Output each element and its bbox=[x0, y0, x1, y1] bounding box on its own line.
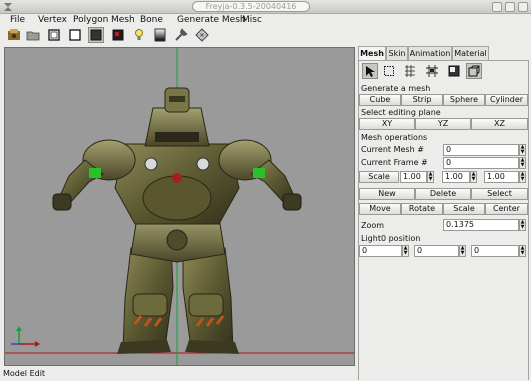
menu-bone[interactable]: Bone bbox=[140, 14, 163, 26]
light-position-label: Light0 position bbox=[361, 234, 421, 243]
light-z-spinner[interactable]: ▲ ▼ bbox=[519, 245, 526, 257]
rect-select-icon[interactable] bbox=[381, 63, 397, 79]
title-bar: Freyja-0.3.5-20040416 bbox=[0, 0, 531, 14]
light-z-field[interactable]: 0 bbox=[471, 245, 519, 257]
current-frame-field[interactable]: 0 bbox=[443, 157, 519, 169]
light-x-field[interactable]: 0 bbox=[359, 245, 402, 257]
current-frame-spinner[interactable]: ▲ ▼ bbox=[519, 157, 526, 169]
texture-map-icon[interactable] bbox=[446, 63, 462, 79]
move-button[interactable]: Move bbox=[359, 203, 401, 215]
current-mesh-field[interactable]: 0 bbox=[443, 144, 519, 156]
center-button[interactable]: Center bbox=[485, 203, 528, 215]
window-title: Freyja-0.3.5-20040416 bbox=[192, 1, 310, 12]
zoom-spinner[interactable]: ▲ ▼ bbox=[519, 219, 526, 231]
scale-z-spinner[interactable]: ▲ ▼ bbox=[519, 171, 526, 183]
restore-icon[interactable] bbox=[46, 27, 62, 43]
light-icon[interactable] bbox=[131, 27, 147, 43]
menu-generate-mesh[interactable]: Generate Mesh bbox=[177, 14, 246, 26]
edge-grid-icon[interactable] bbox=[424, 63, 440, 79]
axis-gizmo bbox=[11, 326, 40, 347]
status-bar: Model Edit bbox=[0, 367, 356, 380]
open-icon[interactable] bbox=[25, 27, 41, 43]
mesh-operations-label: Mesh operations bbox=[361, 133, 428, 142]
vertex-grid-icon[interactable] bbox=[402, 63, 418, 79]
select-button[interactable]: Select bbox=[471, 188, 528, 200]
strip-button[interactable]: Strip bbox=[401, 94, 443, 106]
scale-x-field[interactable]: 1.00 bbox=[400, 171, 427, 183]
plane-xy-button[interactable]: XY bbox=[359, 118, 415, 130]
minimize-button[interactable] bbox=[492, 2, 502, 12]
app-icon[interactable] bbox=[6, 27, 22, 43]
menu-misc[interactable]: Misc bbox=[242, 14, 262, 26]
delete-button[interactable]: Delete bbox=[415, 188, 471, 200]
plane-xz-button[interactable]: XZ bbox=[471, 118, 528, 130]
texture-view-icon[interactable] bbox=[110, 27, 126, 43]
sphere-button[interactable]: Sphere bbox=[443, 94, 485, 106]
status-text: Model Edit bbox=[3, 369, 46, 378]
scale-z-field[interactable]: 1.00 bbox=[484, 171, 519, 183]
maximize-button[interactable] bbox=[505, 2, 515, 12]
plane-yz-button[interactable]: YZ bbox=[415, 118, 471, 130]
tab-skin[interactable]: Skin bbox=[386, 46, 408, 60]
solid-view-icon[interactable] bbox=[88, 27, 104, 43]
tool-icon[interactable] bbox=[173, 27, 189, 43]
gradient-icon[interactable] bbox=[152, 27, 168, 43]
tab-material[interactable]: Material bbox=[452, 46, 489, 60]
menu-bar: File Vertex Polygon Mesh Bone Generate M… bbox=[0, 14, 531, 26]
select-tool-icon[interactable] bbox=[362, 63, 378, 79]
scale-apply-button[interactable]: Scale bbox=[359, 171, 399, 183]
menu-vertex[interactable]: Vertex bbox=[38, 14, 67, 26]
rotate-button[interactable]: Rotate bbox=[401, 203, 443, 215]
zoom-field[interactable]: 0.1375 bbox=[443, 219, 519, 231]
view-icon[interactable] bbox=[67, 27, 83, 43]
current-frame-label: Current Frame # bbox=[361, 158, 428, 167]
scale-y-field[interactable]: 1.00 bbox=[442, 171, 470, 183]
close-button[interactable] bbox=[518, 2, 528, 12]
cylinder-button[interactable]: Cylinder bbox=[485, 94, 528, 106]
3d-viewport[interactable] bbox=[4, 47, 355, 366]
toolbar bbox=[0, 26, 531, 46]
wireframe-icon[interactable] bbox=[194, 27, 210, 43]
scale-y-spinner[interactable]: ▲ ▼ bbox=[470, 171, 477, 183]
menu-polygon[interactable]: Polygon bbox=[73, 14, 108, 26]
window-menu-icon[interactable] bbox=[3, 2, 13, 12]
side-panel: Mesh Skin Animation Material Generate a … bbox=[358, 46, 529, 380]
current-mesh-label: Current Mesh # bbox=[361, 145, 424, 154]
current-mesh-spinner[interactable]: ▲ ▼ bbox=[519, 144, 526, 156]
menu-file[interactable]: File bbox=[10, 14, 25, 26]
light-y-spinner[interactable]: ▲ ▼ bbox=[459, 245, 466, 257]
new-button[interactable]: New bbox=[359, 188, 415, 200]
tab-animation[interactable]: Animation bbox=[408, 46, 452, 60]
move-frame-icon[interactable] bbox=[466, 63, 482, 79]
generate-mesh-label: Generate a mesh bbox=[361, 84, 431, 93]
scale-x-spinner[interactable]: ▲ ▼ bbox=[427, 171, 434, 183]
light-y-field[interactable]: 0 bbox=[414, 245, 459, 257]
tab-mesh[interactable]: Mesh bbox=[358, 46, 386, 61]
scale-button[interactable]: Scale bbox=[443, 203, 485, 215]
viewport-scene bbox=[5, 48, 354, 365]
cube-button[interactable]: Cube bbox=[359, 94, 401, 106]
light-x-spinner[interactable]: ▲ ▼ bbox=[402, 245, 409, 257]
menu-mesh[interactable]: Mesh bbox=[111, 14, 135, 26]
zoom-label: Zoom bbox=[361, 221, 385, 230]
editing-plane-label: Select editing plane bbox=[361, 108, 441, 117]
